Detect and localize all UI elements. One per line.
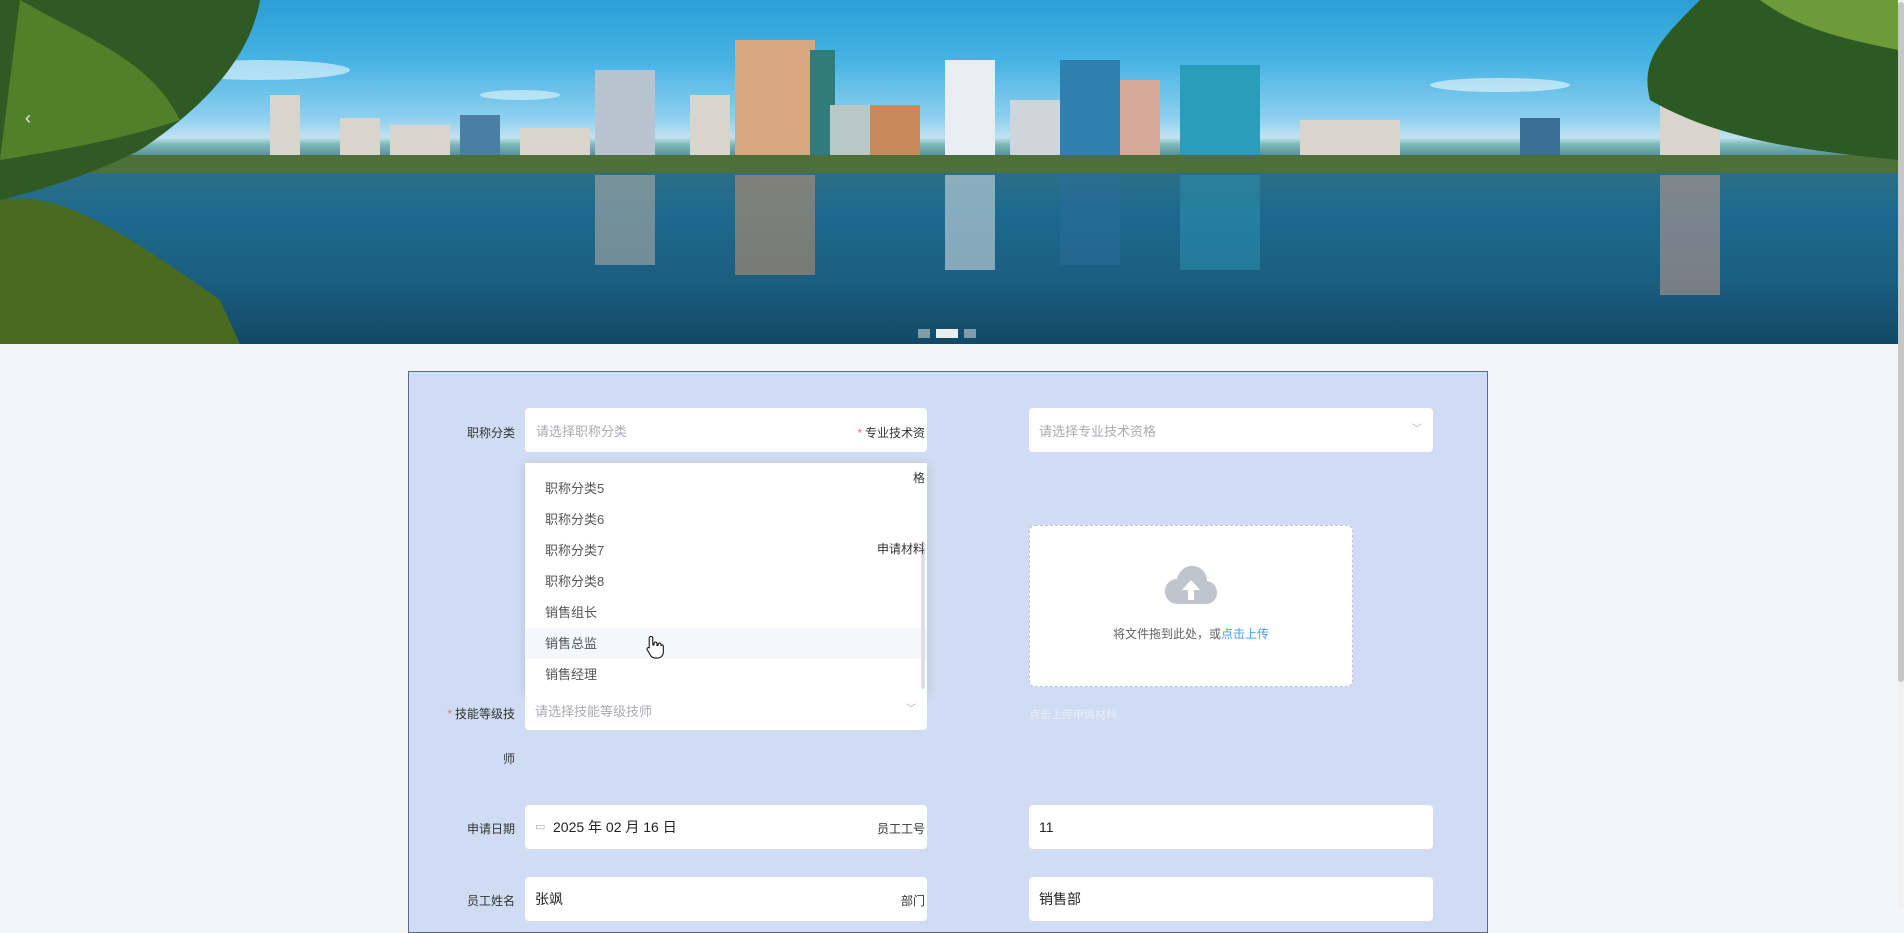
upload-tip: 点击上传申请材料 xyxy=(1029,709,1117,721)
application-form: 职称分类 请选择职称分类 ︿ 职称分类5 职称分类6 职称分类7 职称分类8 销… xyxy=(408,371,1488,933)
calendar-icon: ▭ xyxy=(535,821,546,833)
materials-label: 申请材料 xyxy=(876,542,925,556)
required-asterisk: * xyxy=(447,707,452,721)
skill-level-label: * 技能等级技 xyxy=(447,707,515,721)
click-upload-link[interactable]: 点击上传 xyxy=(1221,627,1269,641)
dropdown-option[interactable]: 销售组长 xyxy=(525,597,927,628)
dropdown-scrollbar[interactable] xyxy=(921,541,925,689)
apply-date-label: 申请日期 xyxy=(466,822,515,836)
employee-id-label: 员工工号 xyxy=(876,822,925,836)
page-scrollbar[interactable] xyxy=(1898,0,1904,908)
carousel-indicators xyxy=(918,329,976,338)
carousel-dot-active[interactable] xyxy=(936,329,958,338)
skill-level-select[interactable]: 请选择技能等级技师 ﹀ xyxy=(525,690,927,730)
department-value: 销售部 xyxy=(1039,891,1081,907)
dropdown-option-hovered[interactable]: 销售总监 xyxy=(525,628,927,659)
qualification-label: * 专业技术资 xyxy=(857,426,925,440)
upload-hint: 将文件拖到此处，或点击上传 xyxy=(1112,627,1270,641)
hand-pointer-icon xyxy=(646,635,664,664)
cityscape-image xyxy=(0,0,1898,344)
dropdown-option[interactable]: 销售经理 xyxy=(525,659,927,690)
carousel-prev-icon[interactable]: ‹ xyxy=(18,108,38,128)
chevron-down-icon: ﹀ xyxy=(906,704,916,715)
qualification-label-wrap: 格 xyxy=(912,471,925,485)
department-input[interactable]: 销售部 xyxy=(1029,877,1433,921)
skill-level-placeholder: 请选择技能等级技师 xyxy=(535,703,653,719)
qualification-placeholder: 请选择专业技术资格 xyxy=(1039,423,1157,439)
employee-id-input[interactable]: 11 xyxy=(1029,805,1433,849)
skill-level-label-wrap: 师 xyxy=(502,752,515,766)
title-category-dropdown[interactable]: 职称分类5 职称分类6 职称分类7 职称分类8 销售组长 销售总监 销售经理 xyxy=(525,463,927,693)
materials-upload-area[interactable]: 将文件拖到此处，或点击上传 xyxy=(1029,525,1353,687)
employee-name-label: 员工姓名 xyxy=(466,894,515,908)
title-category-label: 职称分类 xyxy=(466,426,515,440)
qualification-select[interactable]: 请选择专业技术资格 ﹀ xyxy=(1029,408,1433,452)
cloud-upload-icon xyxy=(1030,564,1352,613)
required-asterisk: * xyxy=(857,426,862,440)
chevron-down-icon: ﹀ xyxy=(1412,424,1422,435)
dropdown-option[interactable]: 职称分类6 xyxy=(525,504,927,535)
carousel-dot[interactable] xyxy=(964,329,976,338)
dropdown-option[interactable]: 职称分类8 xyxy=(525,566,927,597)
hero-banner-carousel: ‹ xyxy=(0,0,1898,344)
employee-id-value: 11 xyxy=(1039,819,1054,835)
carousel-dot[interactable] xyxy=(918,329,930,338)
page-scroll-thumb[interactable] xyxy=(1898,2,1904,682)
department-label: 部门 xyxy=(900,894,925,908)
